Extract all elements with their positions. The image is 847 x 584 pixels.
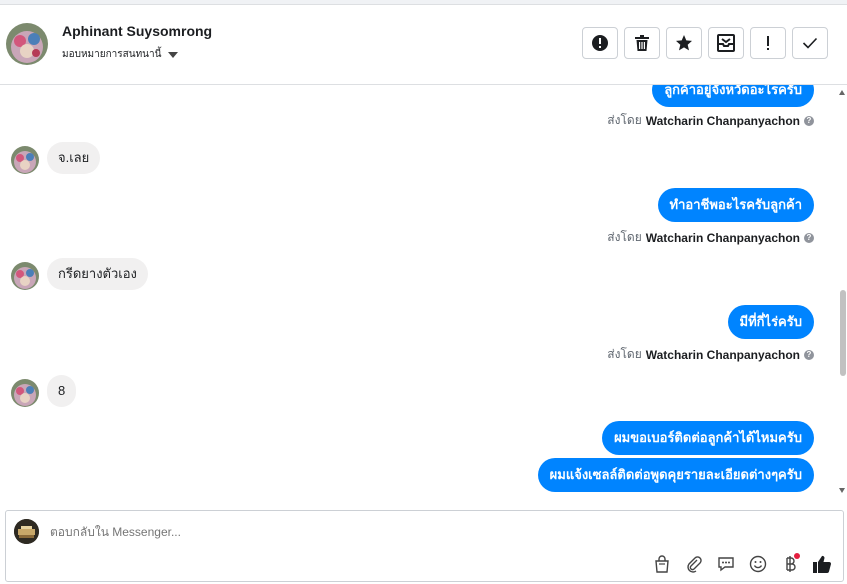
scroll-down-icon[interactable] <box>839 488 845 493</box>
scroll-up-icon[interactable] <box>839 90 845 95</box>
delete-button[interactable] <box>624 27 660 59</box>
exclamation-icon <box>767 36 769 50</box>
saved-reply-button[interactable] <box>715 553 737 575</box>
outgoing-message: ผมขอเบอร์ติดต่อลูกค้าได้ไหมครับ <box>602 421 814 455</box>
star-button[interactable] <box>666 27 702 59</box>
outgoing-message: ลูกค้าอยู่จังหวัดอะไรครับ <box>652 85 814 107</box>
sender-name: Watcharin Chanpanyachon <box>645 230 800 245</box>
message-thread: ลูกค้าอยู่จังหวัดอะไรครับ ส่งโดย Watchar… <box>0 85 838 508</box>
incoming-message: กรีดยางตัวเอง <box>47 258 148 290</box>
move-button[interactable] <box>708 27 744 59</box>
shopping-bag-icon <box>655 555 669 573</box>
sent-by-line: ส่งโดย Watcharin Chanpanyachon ? <box>607 228 814 247</box>
inbox-icon <box>717 34 735 52</box>
thumbs-up-icon <box>813 555 831 574</box>
sent-by-prefix: ส่งโดย <box>607 347 642 361</box>
done-button[interactable] <box>792 27 828 59</box>
attach-button[interactable] <box>683 553 705 575</box>
incoming-message: 8 <box>47 375 77 407</box>
outgoing-message: ทำอาชีพอะไรครับลูกค้า <box>657 188 814 222</box>
info-icon[interactable]: ? <box>804 232 814 243</box>
payment-button[interactable] <box>779 553 801 575</box>
info-icon[interactable]: ? <box>804 115 814 126</box>
trash-icon <box>635 35 649 51</box>
sent-by-line: ส่งโดย Watcharin Chanpanyachon ? <box>607 345 814 364</box>
like-button[interactable] <box>811 553 833 575</box>
info-icon[interactable]: ? <box>804 349 814 360</box>
incoming-message: จ.เลย <box>47 142 101 174</box>
header-actions <box>582 27 828 59</box>
composer-tools <box>651 553 833 575</box>
emoji-icon <box>749 555 767 573</box>
contact-avatar-small[interactable] <box>11 379 39 407</box>
outgoing-message: มีที่กี่ไร่ครับ <box>727 305 814 339</box>
check-icon <box>802 37 818 49</box>
contact-avatar[interactable] <box>6 23 48 65</box>
message-composer <box>5 510 844 582</box>
sender-name: Watcharin Chanpanyachon <box>645 113 800 128</box>
emoji-button[interactable] <box>747 553 769 575</box>
notification-dot <box>794 553 800 559</box>
outgoing-message: ผมแจ้งเซลล์ติดต่อพูดคุยรายละเอียดต่างๆคร… <box>537 458 814 492</box>
exclamation-circle-icon <box>592 35 608 51</box>
paperclip-icon <box>687 556 702 573</box>
sent-by-prefix: ส่งโดย <box>607 230 642 244</box>
contact-name[interactable]: Aphinant Suysomrong <box>62 23 212 39</box>
shopping-bag-button[interactable] <box>651 553 673 575</box>
contact-avatar-small[interactable] <box>11 262 39 290</box>
page-avatar <box>14 519 39 544</box>
conversation-header: Aphinant Suysomrong มอบหมายการสนทนานี้ <box>0 5 847 85</box>
sender-name: Watcharin Chanpanyachon <box>645 347 800 362</box>
star-icon <box>676 35 692 51</box>
spam-button[interactable] <box>750 27 786 59</box>
sent-by-prefix: ส่งโดย <box>607 113 642 127</box>
sent-by-line: ส่งโดย Watcharin Chanpanyachon ? <box>607 111 814 130</box>
saved-reply-icon <box>718 557 734 572</box>
assign-label: มอบหมายการสนทนานี้ <box>62 49 162 60</box>
report-button[interactable] <box>582 27 618 59</box>
scrollbar-thumb[interactable] <box>840 290 846 376</box>
reply-input[interactable] <box>50 525 650 539</box>
caret-down-icon <box>168 51 179 58</box>
contact-avatar-small[interactable] <box>11 146 39 174</box>
assign-dropdown[interactable]: มอบหมายการสนทนานี้ <box>62 47 179 62</box>
